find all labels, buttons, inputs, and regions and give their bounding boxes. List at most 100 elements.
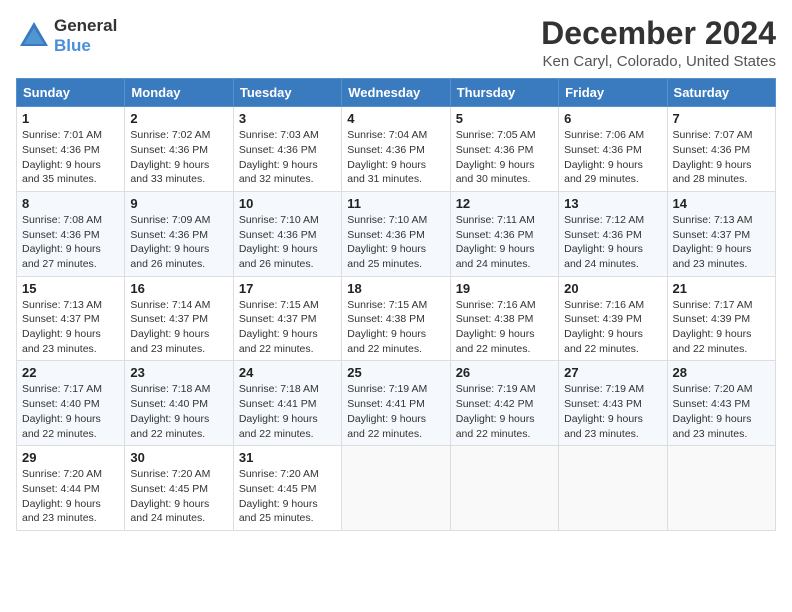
day-number: 19 xyxy=(456,281,553,296)
calendar-day-cell: 27 Sunrise: 7:19 AM Sunset: 4:43 PM Dayl… xyxy=(559,361,667,446)
calendar-day-cell: 18 Sunrise: 7:15 AM Sunset: 4:38 PM Dayl… xyxy=(342,276,450,361)
day-number: 25 xyxy=(347,365,444,380)
day-info: Sunrise: 7:20 AM Sunset: 4:44 PM Dayligh… xyxy=(22,467,119,526)
day-info: Sunrise: 7:10 AM Sunset: 4:36 PM Dayligh… xyxy=(347,213,444,272)
calendar-day-cell: 10 Sunrise: 7:10 AM Sunset: 4:36 PM Dayl… xyxy=(233,191,341,276)
logo-general-text: General xyxy=(54,16,117,35)
day-info: Sunrise: 7:16 AM Sunset: 4:38 PM Dayligh… xyxy=(456,298,553,357)
weekday-header: Saturday xyxy=(667,79,775,107)
day-number: 5 xyxy=(456,111,553,126)
calendar-day-cell: 30 Sunrise: 7:20 AM Sunset: 4:45 PM Dayl… xyxy=(125,446,233,531)
day-number: 15 xyxy=(22,281,119,296)
day-info: Sunrise: 7:06 AM Sunset: 4:36 PM Dayligh… xyxy=(564,128,661,187)
day-info: Sunrise: 7:20 AM Sunset: 4:43 PM Dayligh… xyxy=(673,382,770,441)
day-number: 18 xyxy=(347,281,444,296)
day-info: Sunrise: 7:14 AM Sunset: 4:37 PM Dayligh… xyxy=(130,298,227,357)
day-info: Sunrise: 7:20 AM Sunset: 4:45 PM Dayligh… xyxy=(130,467,227,526)
page-header: General Blue December 2024 Ken Caryl, Co… xyxy=(16,16,776,70)
calendar-day-cell: 3 Sunrise: 7:03 AM Sunset: 4:36 PM Dayli… xyxy=(233,107,341,192)
logo: General Blue xyxy=(16,16,117,56)
calendar-day-cell: 13 Sunrise: 7:12 AM Sunset: 4:36 PM Dayl… xyxy=(559,191,667,276)
day-info: Sunrise: 7:19 AM Sunset: 4:43 PM Dayligh… xyxy=(564,382,661,441)
day-number: 23 xyxy=(130,365,227,380)
calendar-day-cell: 1 Sunrise: 7:01 AM Sunset: 4:36 PM Dayli… xyxy=(17,107,125,192)
calendar-day-cell: 19 Sunrise: 7:16 AM Sunset: 4:38 PM Dayl… xyxy=(450,276,558,361)
day-info: Sunrise: 7:17 AM Sunset: 4:39 PM Dayligh… xyxy=(673,298,770,357)
calendar-day-cell xyxy=(559,446,667,531)
day-number: 28 xyxy=(673,365,770,380)
day-info: Sunrise: 7:04 AM Sunset: 4:36 PM Dayligh… xyxy=(347,128,444,187)
day-info: Sunrise: 7:07 AM Sunset: 4:36 PM Dayligh… xyxy=(673,128,770,187)
day-info: Sunrise: 7:13 AM Sunset: 4:37 PM Dayligh… xyxy=(22,298,119,357)
calendar-table: SundayMondayTuesdayWednesdayThursdayFrid… xyxy=(16,78,776,531)
day-number: 20 xyxy=(564,281,661,296)
day-info: Sunrise: 7:17 AM Sunset: 4:40 PM Dayligh… xyxy=(22,382,119,441)
calendar-day-cell: 24 Sunrise: 7:18 AM Sunset: 4:41 PM Dayl… xyxy=(233,361,341,446)
logo-icon xyxy=(16,18,52,54)
day-number: 21 xyxy=(673,281,770,296)
calendar-day-cell: 21 Sunrise: 7:17 AM Sunset: 4:39 PM Dayl… xyxy=(667,276,775,361)
calendar-week-row: 22 Sunrise: 7:17 AM Sunset: 4:40 PM Dayl… xyxy=(17,361,776,446)
calendar-day-cell xyxy=(342,446,450,531)
calendar-day-cell: 12 Sunrise: 7:11 AM Sunset: 4:36 PM Dayl… xyxy=(450,191,558,276)
calendar-week-row: 29 Sunrise: 7:20 AM Sunset: 4:44 PM Dayl… xyxy=(17,446,776,531)
calendar-day-cell: 4 Sunrise: 7:04 AM Sunset: 4:36 PM Dayli… xyxy=(342,107,450,192)
day-info: Sunrise: 7:18 AM Sunset: 4:40 PM Dayligh… xyxy=(130,382,227,441)
calendar-day-cell: 8 Sunrise: 7:08 AM Sunset: 4:36 PM Dayli… xyxy=(17,191,125,276)
day-info: Sunrise: 7:02 AM Sunset: 4:36 PM Dayligh… xyxy=(130,128,227,187)
day-number: 24 xyxy=(239,365,336,380)
day-info: Sunrise: 7:19 AM Sunset: 4:41 PM Dayligh… xyxy=(347,382,444,441)
day-number: 11 xyxy=(347,196,444,211)
day-info: Sunrise: 7:15 AM Sunset: 4:37 PM Dayligh… xyxy=(239,298,336,357)
calendar-week-row: 15 Sunrise: 7:13 AM Sunset: 4:37 PM Dayl… xyxy=(17,276,776,361)
day-number: 14 xyxy=(673,196,770,211)
day-number: 7 xyxy=(673,111,770,126)
calendar-day-cell xyxy=(667,446,775,531)
weekday-header: Sunday xyxy=(17,79,125,107)
calendar-day-cell: 31 Sunrise: 7:20 AM Sunset: 4:45 PM Dayl… xyxy=(233,446,341,531)
day-number: 6 xyxy=(564,111,661,126)
day-info: Sunrise: 7:09 AM Sunset: 4:36 PM Dayligh… xyxy=(130,213,227,272)
day-number: 31 xyxy=(239,450,336,465)
calendar-day-cell: 25 Sunrise: 7:19 AM Sunset: 4:41 PM Dayl… xyxy=(342,361,450,446)
day-info: Sunrise: 7:20 AM Sunset: 4:45 PM Dayligh… xyxy=(239,467,336,526)
day-number: 13 xyxy=(564,196,661,211)
day-number: 29 xyxy=(22,450,119,465)
calendar-week-row: 8 Sunrise: 7:08 AM Sunset: 4:36 PM Dayli… xyxy=(17,191,776,276)
location-title: Ken Caryl, Colorado, United States xyxy=(541,53,776,70)
calendar-day-cell: 14 Sunrise: 7:13 AM Sunset: 4:37 PM Dayl… xyxy=(667,191,775,276)
calendar-day-cell: 26 Sunrise: 7:19 AM Sunset: 4:42 PM Dayl… xyxy=(450,361,558,446)
month-title: December 2024 xyxy=(541,16,776,51)
weekday-header: Thursday xyxy=(450,79,558,107)
calendar-header-row: SundayMondayTuesdayWednesdayThursdayFrid… xyxy=(17,79,776,107)
day-info: Sunrise: 7:10 AM Sunset: 4:36 PM Dayligh… xyxy=(239,213,336,272)
calendar-day-cell: 11 Sunrise: 7:10 AM Sunset: 4:36 PM Dayl… xyxy=(342,191,450,276)
calendar-day-cell: 5 Sunrise: 7:05 AM Sunset: 4:36 PM Dayli… xyxy=(450,107,558,192)
calendar-day-cell: 9 Sunrise: 7:09 AM Sunset: 4:36 PM Dayli… xyxy=(125,191,233,276)
calendar-day-cell: 17 Sunrise: 7:15 AM Sunset: 4:37 PM Dayl… xyxy=(233,276,341,361)
day-number: 17 xyxy=(239,281,336,296)
calendar-week-row: 1 Sunrise: 7:01 AM Sunset: 4:36 PM Dayli… xyxy=(17,107,776,192)
day-number: 30 xyxy=(130,450,227,465)
day-number: 1 xyxy=(22,111,119,126)
day-number: 2 xyxy=(130,111,227,126)
calendar-day-cell: 6 Sunrise: 7:06 AM Sunset: 4:36 PM Dayli… xyxy=(559,107,667,192)
calendar-day-cell: 28 Sunrise: 7:20 AM Sunset: 4:43 PM Dayl… xyxy=(667,361,775,446)
day-info: Sunrise: 7:12 AM Sunset: 4:36 PM Dayligh… xyxy=(564,213,661,272)
day-info: Sunrise: 7:01 AM Sunset: 4:36 PM Dayligh… xyxy=(22,128,119,187)
calendar-day-cell: 29 Sunrise: 7:20 AM Sunset: 4:44 PM Dayl… xyxy=(17,446,125,531)
calendar-day-cell: 22 Sunrise: 7:17 AM Sunset: 4:40 PM Dayl… xyxy=(17,361,125,446)
calendar-day-cell xyxy=(450,446,558,531)
calendar-day-cell: 23 Sunrise: 7:18 AM Sunset: 4:40 PM Dayl… xyxy=(125,361,233,446)
calendar-day-cell: 20 Sunrise: 7:16 AM Sunset: 4:39 PM Dayl… xyxy=(559,276,667,361)
day-info: Sunrise: 7:05 AM Sunset: 4:36 PM Dayligh… xyxy=(456,128,553,187)
day-number: 8 xyxy=(22,196,119,211)
day-number: 3 xyxy=(239,111,336,126)
day-info: Sunrise: 7:15 AM Sunset: 4:38 PM Dayligh… xyxy=(347,298,444,357)
title-section: December 2024 Ken Caryl, Colorado, Unite… xyxy=(541,16,776,70)
day-info: Sunrise: 7:08 AM Sunset: 4:36 PM Dayligh… xyxy=(22,213,119,272)
day-info: Sunrise: 7:11 AM Sunset: 4:36 PM Dayligh… xyxy=(456,213,553,272)
day-info: Sunrise: 7:18 AM Sunset: 4:41 PM Dayligh… xyxy=(239,382,336,441)
calendar-day-cell: 2 Sunrise: 7:02 AM Sunset: 4:36 PM Dayli… xyxy=(125,107,233,192)
day-number: 4 xyxy=(347,111,444,126)
